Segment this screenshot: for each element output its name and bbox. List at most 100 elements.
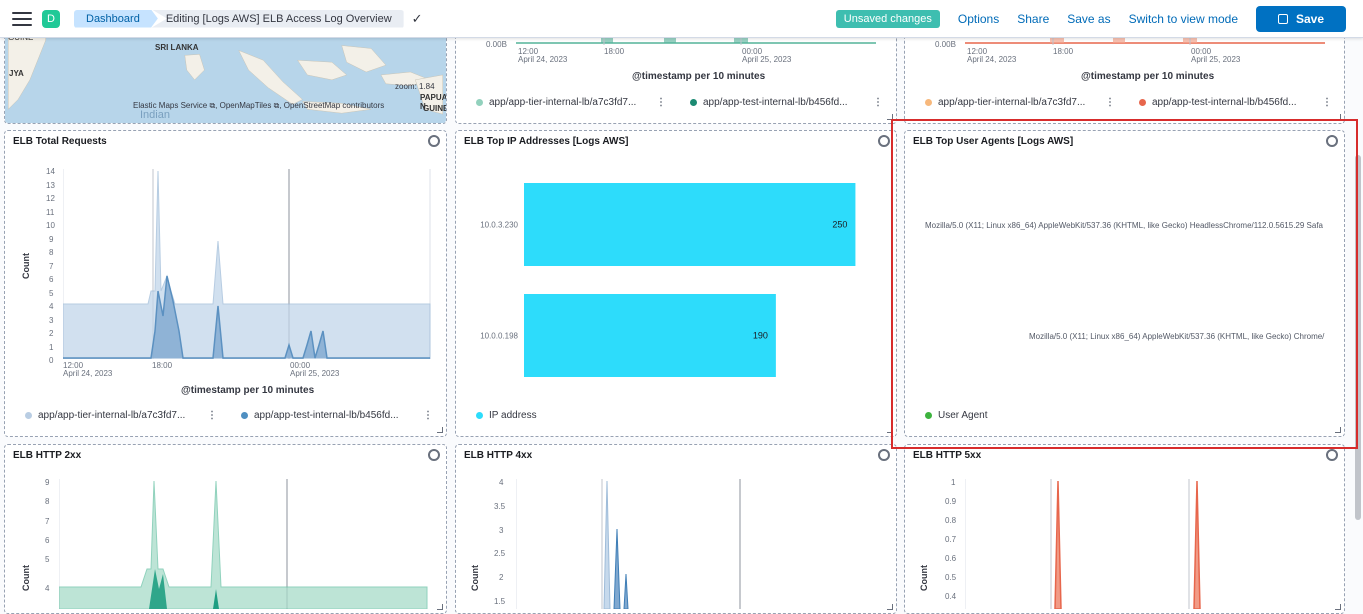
y-tick-label: 7 xyxy=(49,261,54,271)
legend-item[interactable]: app/app-tier-internal-lb/a7c3fd7... xyxy=(925,97,1085,108)
x-date-label: April 24, 2023 xyxy=(967,55,1017,64)
map-label: GUINE xyxy=(423,104,447,113)
top-ip-panel[interactable]: ELB Top IP Addresses [Logs AWS] 10.0.3.2… xyxy=(455,130,897,437)
y-tick-label: 11 xyxy=(46,207,55,217)
y-tick-label: 6 xyxy=(49,275,54,284)
total-requests-panel[interactable]: ELB Total Requests Count 14 13 12 11 10 9 8 7 6 5… xyxy=(4,130,447,437)
legend-options-icon[interactable]: ⋮ xyxy=(207,410,217,421)
space-avatar[interactable]: D xyxy=(42,9,60,28)
resize-handle-icon[interactable] xyxy=(887,114,893,120)
x-tick-label: 18:00 xyxy=(152,361,173,370)
breadcrumb-dashboard[interactable]: Dashboard xyxy=(74,9,158,28)
map-label: JYA xyxy=(9,69,24,78)
gear-icon[interactable] xyxy=(428,449,440,461)
save-icon xyxy=(1277,13,1288,24)
save-as-button[interactable]: Save as xyxy=(1067,12,1110,26)
y-tick-label: 0.8 xyxy=(945,516,957,525)
breadcrumb-current: Editing [Logs AWS] ELB Access Log Overvi… xyxy=(151,9,404,28)
legend-item[interactable]: IP address xyxy=(476,410,537,421)
http-5xx-panel[interactable]: ELB HTTP 5xx Count 1 0.9 0.8 0.7 0.6 0.5… xyxy=(904,444,1345,614)
legend-options-icon[interactable]: ⋮ xyxy=(873,97,883,108)
top-nav-bar: D Dashboard Editing [Logs AWS] ELB Acces… xyxy=(0,0,1363,38)
switch-to-view-mode-button[interactable]: Switch to view mode xyxy=(1129,12,1238,26)
panel-title: ELB HTTP 2xx xyxy=(13,450,82,461)
x-date-label: April 24, 2023 xyxy=(63,369,113,378)
y-tick-label: 6 xyxy=(45,536,50,545)
y-tick-label: 8 xyxy=(45,497,50,506)
ip-value-label: 190 xyxy=(753,331,768,341)
legend-item[interactable]: app/app-test-internal-lb/b456fd... xyxy=(241,410,399,421)
legend-options-icon[interactable]: ⋮ xyxy=(1322,97,1332,108)
page-scrollbar[interactable] xyxy=(1355,155,1361,520)
panel-title: ELB Top User Agents [Logs AWS] xyxy=(913,136,1074,147)
unsaved-changes-badge: Unsaved changes xyxy=(835,9,940,28)
y-tick-label: 0 xyxy=(49,356,54,365)
y-axis-title: Count xyxy=(21,253,31,279)
resize-handle-icon[interactable] xyxy=(887,427,893,433)
x-tick-label: 18:00 xyxy=(604,47,625,56)
http-2xx-panel[interactable]: ELB HTTP 2xx Count 9 8 7 6 5 4 xyxy=(4,444,447,614)
y-tick-label: 12 xyxy=(46,194,55,203)
y-tick-label: 3 xyxy=(49,315,54,325)
y-tick-label: 3.5 xyxy=(494,502,506,511)
options-button[interactable]: Options xyxy=(958,12,999,26)
resize-handle-icon[interactable] xyxy=(1335,114,1341,120)
legend-item[interactable]: app/app-tier-internal-lb/a7c3fd7... xyxy=(476,97,636,108)
ip-value-label: 250 xyxy=(832,220,847,230)
gear-icon[interactable] xyxy=(1326,135,1338,147)
resize-handle-icon[interactable] xyxy=(1335,427,1341,433)
panel-title: ELB HTTP 5xx xyxy=(913,450,982,461)
y-axis-title: Count xyxy=(21,565,31,591)
y-tick-label: 1 xyxy=(951,478,956,487)
y-tick-label: 2 xyxy=(49,329,54,338)
y-tick-label: 0.6 xyxy=(945,554,957,563)
http-4xx-panel[interactable]: ELB HTTP 4xx Count 4 3.5 3 2.5 2 1.5 xyxy=(455,444,897,614)
y-tick-label: 5 xyxy=(49,288,54,298)
y-tick-label: 0.7 xyxy=(945,535,957,544)
y-tick-label: 2 xyxy=(499,573,504,582)
y-tick-label: 0.4 xyxy=(945,592,957,601)
y-tick-label: 9 xyxy=(45,478,50,487)
save-button-label: Save xyxy=(1295,11,1325,26)
y-tick-label: 1 xyxy=(49,342,54,352)
checkmark-icon: ✓ xyxy=(411,10,423,26)
share-button[interactable]: Share xyxy=(1017,12,1049,26)
http-2xx-plot xyxy=(59,479,428,609)
gear-icon[interactable] xyxy=(428,135,440,147)
legend-options-icon[interactable]: ⋮ xyxy=(1105,97,1115,108)
save-button[interactable]: Save xyxy=(1256,5,1346,32)
ip-bar[interactable] xyxy=(524,183,856,266)
y-tick-label: 0.5 xyxy=(945,573,957,582)
x-date-label: April 25, 2023 xyxy=(290,369,340,378)
y-tick-label: 9 xyxy=(49,234,54,244)
legend-item[interactable]: app/app-test-internal-lb/b456fd... xyxy=(690,97,848,108)
x-tick-label: 18:00 xyxy=(1053,47,1074,56)
y-tick-label: 0.00B xyxy=(935,40,956,49)
x-date-label: April 25, 2023 xyxy=(742,55,792,64)
y-tick-label: 14 xyxy=(46,167,55,176)
resize-handle-icon[interactable] xyxy=(437,427,443,433)
user-agent-row-label: Mozilla/5.0 (X11; Linux x86_64) AppleWeb… xyxy=(1029,332,1325,341)
y-tick-label: 4 xyxy=(49,302,54,311)
gear-icon[interactable] xyxy=(878,449,890,461)
ip-bar[interactable] xyxy=(524,294,776,377)
y-tick-label: 5 xyxy=(45,555,50,564)
breadcrumb: Dashboard Editing [Logs AWS] ELB Access … xyxy=(74,9,404,28)
top-user-agents-panel[interactable]: ELB Top User Agents [Logs AWS] Mozilla/5… xyxy=(904,130,1345,437)
legend-item[interactable]: app/app-test-internal-lb/b456fd... xyxy=(1139,97,1297,108)
y-axis-title: Count xyxy=(919,565,929,591)
legend-item[interactable]: User Agent xyxy=(925,410,987,421)
http-4xx-plot xyxy=(516,479,741,609)
y-tick-label: 3 xyxy=(499,526,504,535)
menu-icon[interactable] xyxy=(12,11,32,26)
y-tick-label: 7 xyxy=(45,517,50,526)
legend-options-icon[interactable]: ⋮ xyxy=(423,410,433,421)
map-attribution[interactable]: Elastic Maps Service ⧉, OpenMapTiles ⧉, … xyxy=(133,101,384,111)
top-ip-bar-chart: 10.0.3.230 250 10.0.0.198 190 xyxy=(480,183,856,377)
user-agent-row-label: Mozilla/5.0 (X11; Linux x86_64) AppleWeb… xyxy=(925,221,1323,230)
legend-item[interactable]: app/app-tier-internal-lb/a7c3fd7... xyxy=(25,410,185,421)
gear-icon[interactable] xyxy=(1326,449,1338,461)
legend-options-icon[interactable]: ⋮ xyxy=(656,97,666,108)
y-tick-label: 10 xyxy=(46,221,55,230)
y-tick-label: 4 xyxy=(499,478,504,487)
